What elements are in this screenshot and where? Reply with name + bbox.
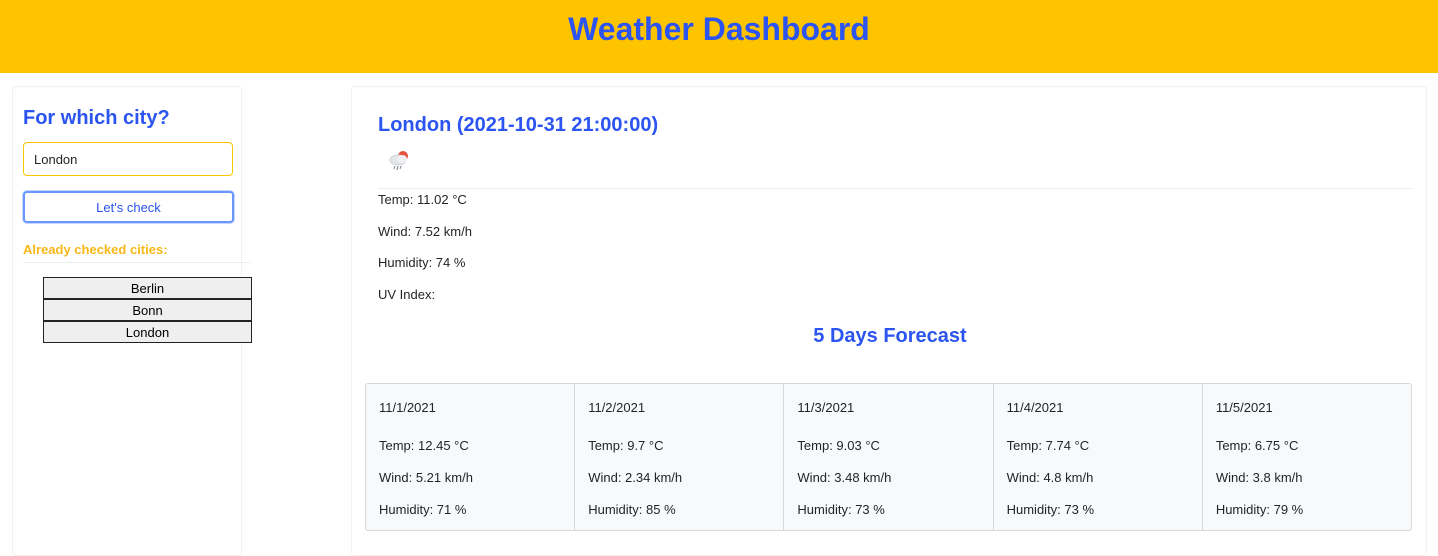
current-wind: Wind: 7.52 km/h (378, 224, 472, 239)
forecast-date: 11/5/2021 (1215, 400, 1273, 415)
forecast-temp: Temp: 6.75 °C (1215, 438, 1299, 453)
current-humidity: Humidity: 74 % (378, 255, 466, 270)
forecast-temp: Temp: 12.45 °C (379, 438, 469, 453)
forecast-temp: Temp: 9.7 °C (588, 438, 664, 453)
divider (23, 262, 251, 263)
weather-panel: London (2021-10-31 21:00:00) Temp: 11.02… (351, 86, 1427, 556)
forecast-wind: Wind: 5.21 km/h (379, 470, 473, 485)
forecast-card: 11/3/2021 Temp: 9.03 °C Wind: 3.48 km/h … (783, 384, 992, 530)
forecast-card: 11/5/2021 Temp: 6.75 °C Wind: 3.8 km/h H… (1201, 384, 1411, 530)
page-title: Weather Dashboard (568, 11, 870, 47)
forecast-cards: 11/1/2021 Temp: 12.45 °C Wind: 5.21 km/h… (365, 383, 1412, 531)
page-header: Weather Dashboard (0, 0, 1438, 73)
forecast-card: 11/1/2021 Temp: 12.45 °C Wind: 5.21 km/h… (366, 384, 574, 530)
city-search-input[interactable] (23, 142, 233, 176)
forecast-card: 11/4/2021 Temp: 7.74 °C Wind: 4.8 km/h H… (992, 384, 1202, 530)
search-panel: For which city? Let's check Already chec… (12, 86, 252, 556)
current-uv-index: UV Index: (378, 287, 436, 302)
current-city-title: London (2021-10-31 21:00:00) (378, 114, 659, 136)
forecast-card: 11/2/2021 Temp: 9.7 °C Wind: 2.34 km/h H… (574, 384, 783, 530)
forecast-date: 11/3/2021 (797, 400, 855, 415)
forecast-wind: Wind: 2.34 km/h (588, 470, 683, 485)
search-heading: For which city? (23, 107, 170, 129)
rain-cloud-icon (389, 151, 408, 171)
forecast-humidity: Humidity: 71 % (379, 502, 467, 517)
current-temp: Temp: 11.02 °C (378, 192, 467, 207)
check-weather-button[interactable]: Let's check (23, 191, 234, 223)
forecast-temp: Temp: 9.03 °C (797, 438, 880, 453)
forecast-humidity: Humidity: 85 % (588, 502, 676, 517)
forecast-date: 11/2/2021 (588, 400, 646, 415)
divider (378, 188, 1412, 189)
forecast-title: 5 Days Forecast (813, 325, 967, 347)
forecast-date: 11/4/2021 (1006, 400, 1064, 415)
forecast-wind: Wind: 4.8 km/h (1006, 470, 1094, 485)
history-city-button[interactable]: Berlin (43, 277, 252, 299)
history-city-button[interactable]: Bonn (43, 299, 252, 321)
forecast-humidity: Humidity: 73 % (797, 502, 885, 517)
forecast-wind: Wind: 3.8 km/h (1215, 470, 1303, 485)
forecast-wind: Wind: 3.48 km/h (797, 470, 892, 485)
forecast-temp: Temp: 7.74 °C (1006, 438, 1090, 453)
forecast-date: 11/1/2021 (379, 400, 436, 415)
history-city-button[interactable]: London (43, 321, 252, 343)
forecast-humidity: Humidity: 79 % (1215, 502, 1304, 517)
history-list: Berlin Bonn London (43, 277, 252, 343)
forecast-humidity: Humidity: 73 % (1006, 502, 1095, 517)
history-heading: Already checked cities: (23, 242, 168, 257)
